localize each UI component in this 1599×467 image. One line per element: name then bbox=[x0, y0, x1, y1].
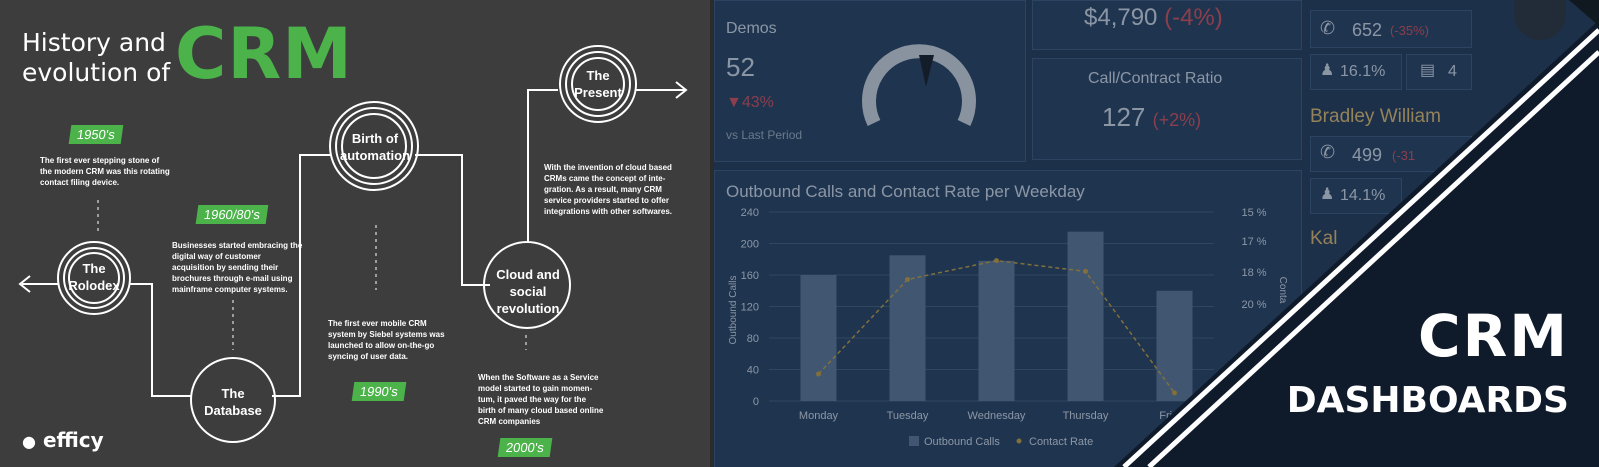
circle-label-present: The Present bbox=[574, 68, 622, 100]
circle-label-database: The Database bbox=[204, 386, 262, 418]
circle-label-cloud: Cloud and social revolution bbox=[496, 267, 560, 316]
crm-dashboard: Demos 52 ▼43% vs Last Period $4,790 (-4%… bbox=[714, 0, 1599, 467]
era-tag-1950s: 1950's bbox=[68, 125, 124, 144]
brand-name: efficy bbox=[42, 428, 104, 452]
era-tag-2000s: 2000's bbox=[497, 438, 553, 457]
avatar-corner bbox=[1569, 0, 1599, 26]
overlay-title-dashboards: DASHBOARDS bbox=[1286, 380, 1569, 421]
overlay-title-crm: CRM bbox=[1418, 302, 1569, 370]
era-note-1990s: The first ever mobile CRM system by Sieb… bbox=[328, 319, 445, 361]
era-note-1950s: The first ever stepping stone of the mod… bbox=[40, 156, 170, 187]
circle-label-automation: Birth of automation bbox=[339, 131, 411, 163]
crm-history-infographic: History and evolution of CRM 1950's The … bbox=[0, 0, 714, 467]
brand-logo: ● efficy bbox=[22, 428, 104, 452]
whale-icon: ● bbox=[22, 432, 36, 451]
era-note-1960-80s: Businesses started embracing the digital… bbox=[172, 241, 303, 294]
era-tag-1990s: 1990's bbox=[351, 382, 407, 401]
era-note-present: With the invention of cloud based CRMs c… bbox=[544, 163, 673, 216]
era-note-2000s: When the Software as a Service model sta… bbox=[478, 373, 604, 426]
era-tag-1960-80s: 1960/80's bbox=[195, 205, 269, 224]
circle-label-rolodex: The Rolodex bbox=[68, 261, 120, 293]
